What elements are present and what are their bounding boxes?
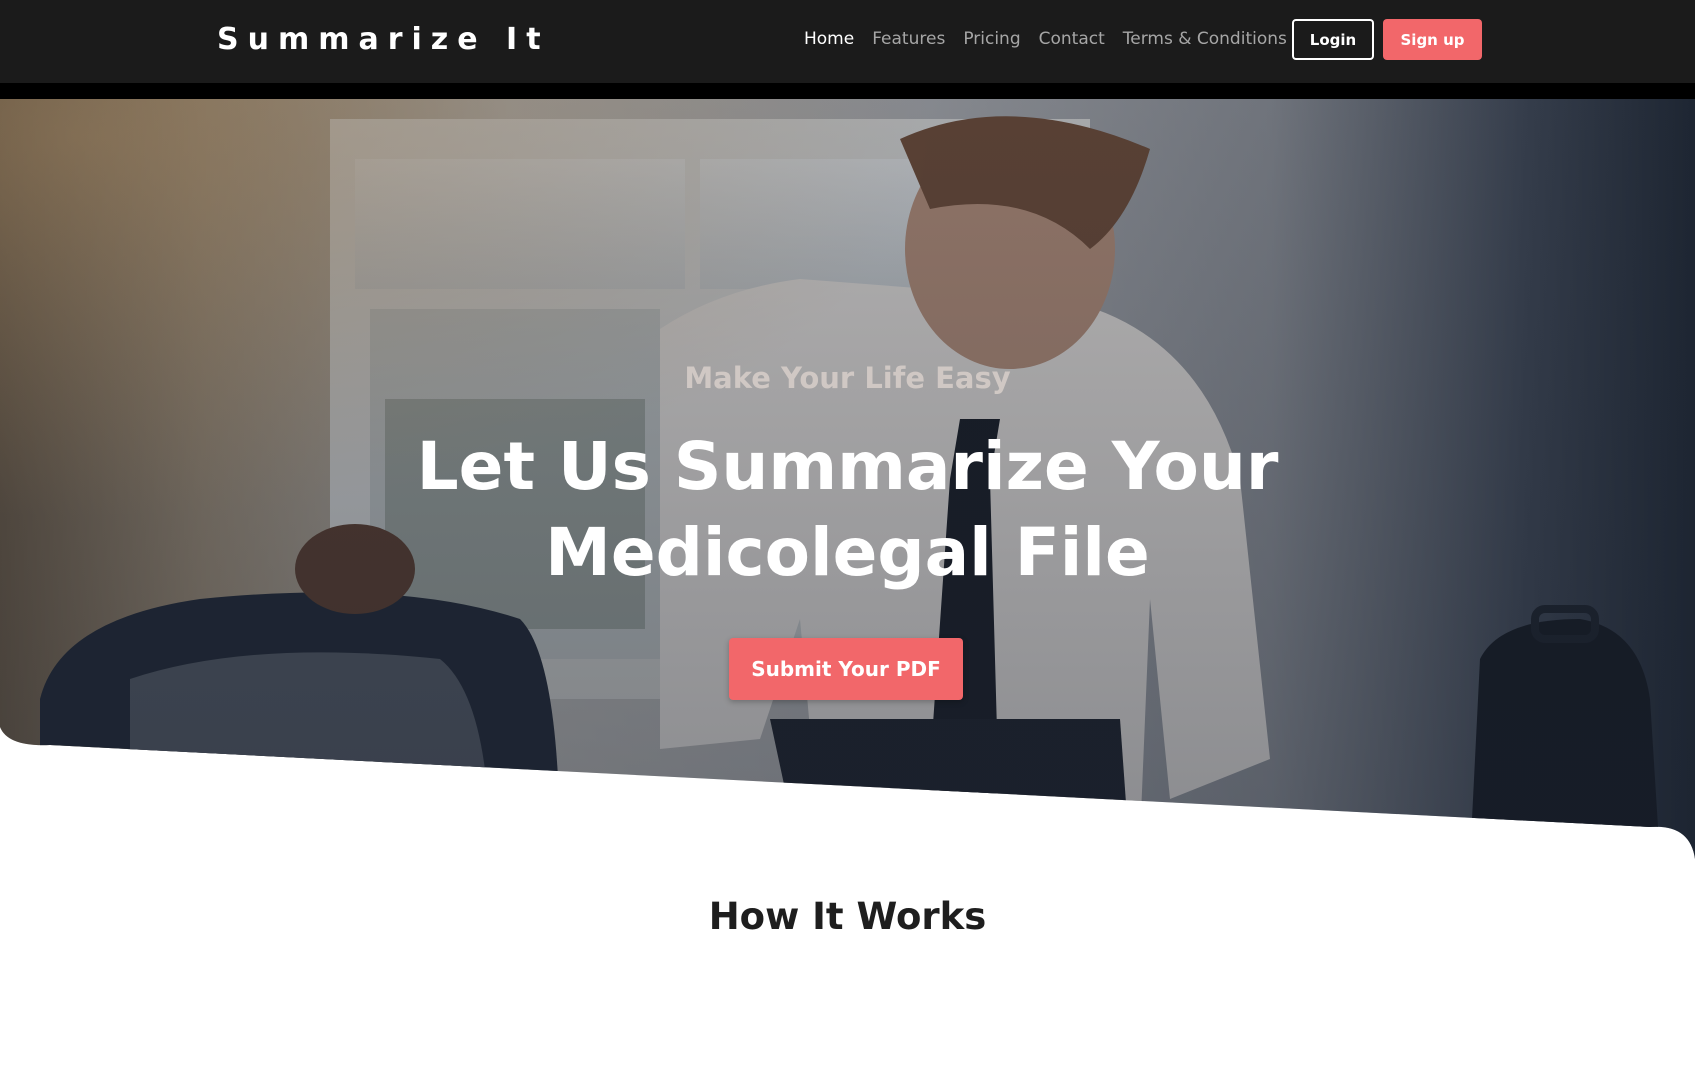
navbar-divider [0, 83, 1695, 99]
submit-pdf-button[interactable]: Submit Your PDF [729, 638, 963, 700]
brand-logo[interactable]: Summarize It [217, 20, 550, 60]
signup-button[interactable]: Sign up [1383, 19, 1482, 60]
nav-link-pricing[interactable]: Pricing [963, 27, 1020, 51]
hero-headline: Let Us Summarize Your Medicolegal File [416, 428, 1279, 591]
top-navbar: Summarize It Home Features Pricing Conta… [0, 0, 1695, 83]
nav-link-terms[interactable]: Terms & Conditions [1123, 27, 1287, 51]
hero-section: Make Your Life Easy Let Us Summarize You… [0, 99, 1695, 859]
how-it-works-title: How It Works [708, 895, 987, 938]
nav-link-contact[interactable]: Contact [1039, 27, 1105, 51]
hero-tagline: Make Your Life Easy [684, 361, 1011, 395]
main-nav: Home Features Pricing Contact Terms & Co… [804, 27, 1305, 51]
nav-link-home[interactable]: Home [804, 27, 854, 51]
nav-link-features[interactable]: Features [872, 27, 945, 51]
login-button[interactable]: Login [1292, 19, 1374, 60]
